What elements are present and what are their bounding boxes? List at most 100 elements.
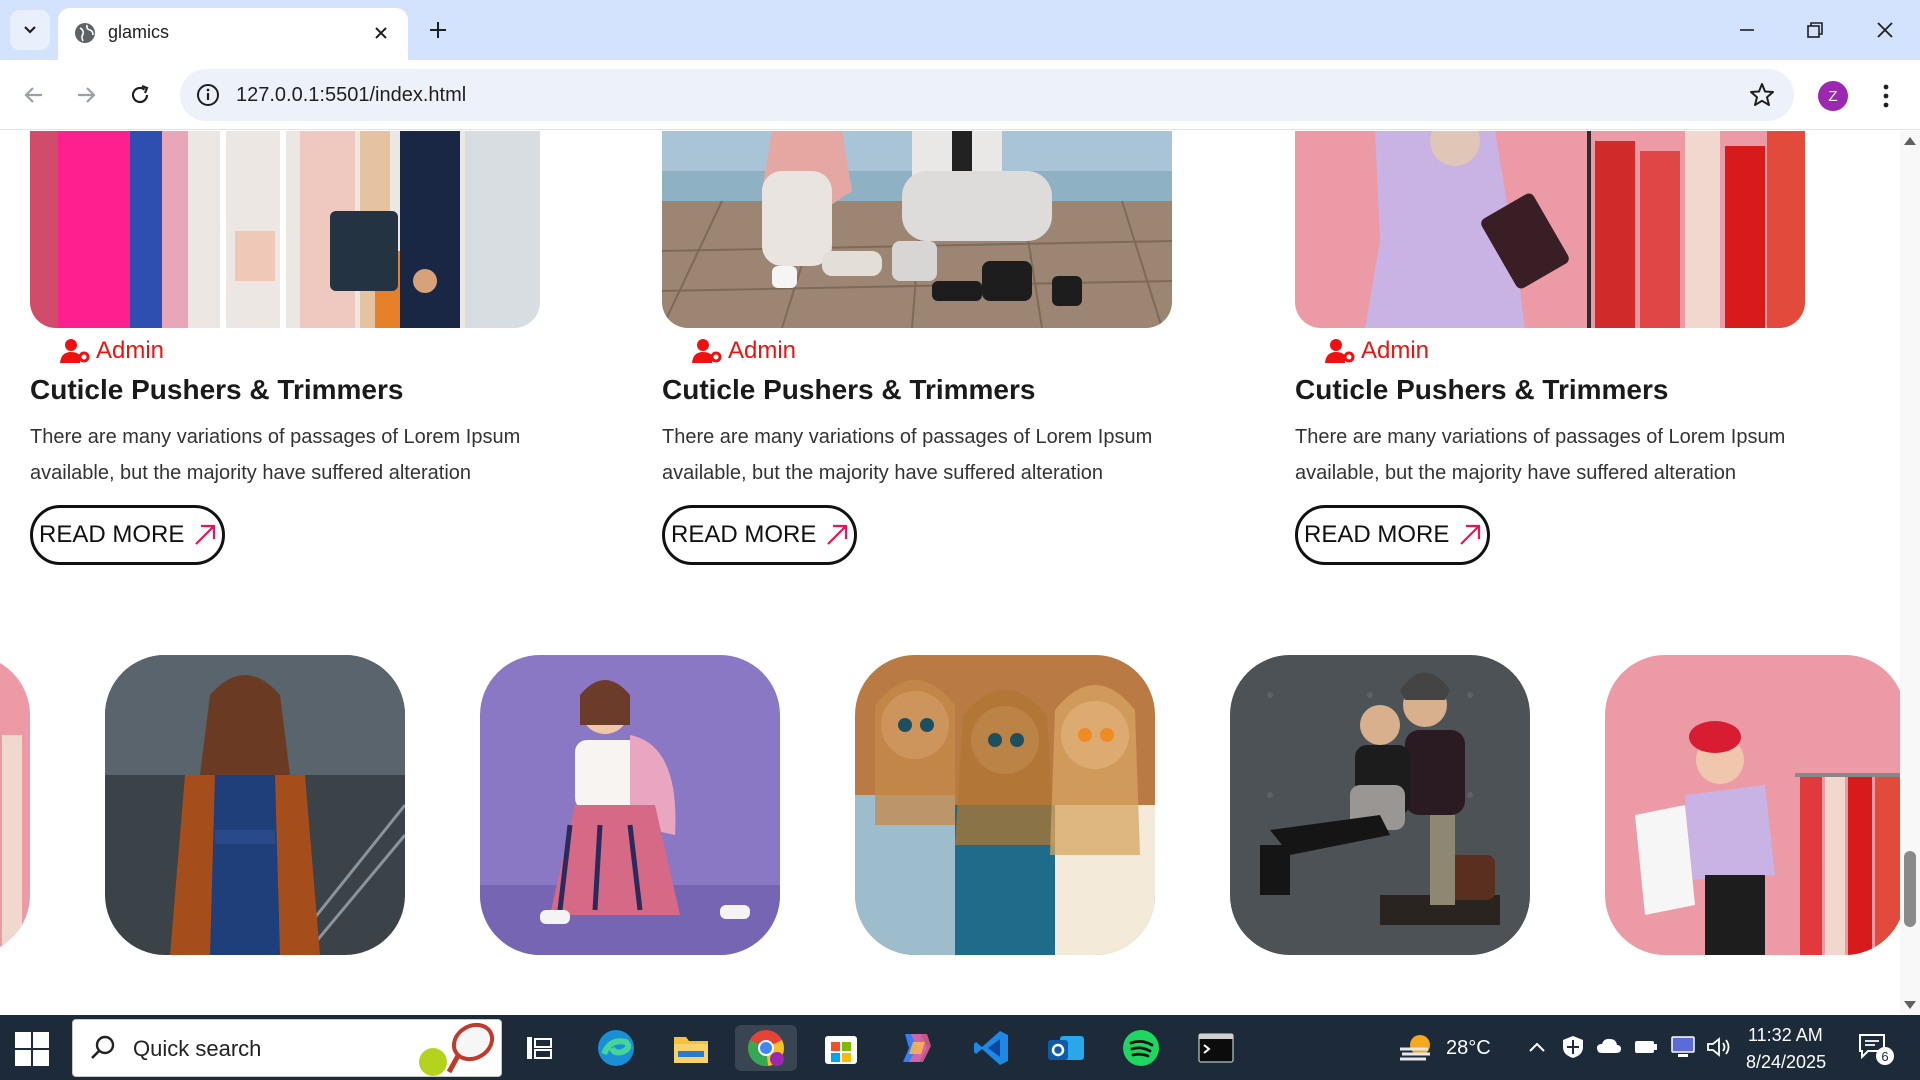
- blog-card: Admin Cuticle Pushers & Trimmers There a…: [1295, 131, 1805, 571]
- outlook-icon: [1048, 1036, 1084, 1060]
- blog-card-image: [30, 131, 540, 328]
- close-icon: [375, 27, 387, 39]
- taskbar-chrome[interactable]: [735, 1025, 797, 1071]
- post-excerpt: There are many variations of passages of…: [1295, 426, 1786, 484]
- minimize-icon: [1740, 29, 1754, 31]
- new-tab-button[interactable]: [422, 14, 454, 46]
- profile-avatar[interactable]: Z: [1818, 81, 1848, 111]
- user-icon: [692, 339, 722, 363]
- gallery-image[interactable]: [1605, 655, 1905, 955]
- vscode-icon: [974, 1031, 1008, 1065]
- read-more-button[interactable]: READ MORE: [30, 505, 225, 565]
- post-author: Admin: [1325, 337, 1429, 365]
- gallery-image[interactable]: [480, 655, 780, 955]
- terminal-icon: [1198, 1033, 1234, 1063]
- blog-card-image: [1295, 131, 1805, 328]
- task-view-icon: [527, 1037, 552, 1059]
- site-info-icon[interactable]: [196, 83, 220, 107]
- close-window-button[interactable]: [1862, 8, 1908, 52]
- battery-icon[interactable]: [1634, 1039, 1658, 1055]
- blog-card-image: [662, 131, 1172, 328]
- close-icon: [1877, 22, 1893, 38]
- user-icon: [60, 339, 90, 363]
- chrome-icon: [748, 1030, 784, 1067]
- folder-icon: [674, 1037, 708, 1063]
- tab-title: glamics: [108, 22, 170, 42]
- minimize-button[interactable]: [1724, 8, 1770, 52]
- user-icon: [1325, 339, 1355, 363]
- tab-search-button[interactable]: [10, 10, 50, 50]
- url-text[interactable]: 127.0.0.1:5501/index.html: [236, 84, 466, 107]
- restore-icon: [1807, 22, 1823, 38]
- browser-tab-bar: glamics: [0, 0, 1920, 60]
- read-more-button[interactable]: READ MORE: [662, 505, 857, 565]
- author-name: Admin: [96, 337, 165, 364]
- plus-icon: [430, 22, 446, 38]
- chevron-up-icon[interactable]: [1528, 1041, 1546, 1053]
- network-icon[interactable]: [1670, 1035, 1696, 1059]
- reload-button[interactable]: [120, 75, 160, 115]
- tennis-icon: [419, 1022, 495, 1076]
- spotify-icon: [1123, 1030, 1159, 1066]
- gallery-image[interactable]: [855, 655, 1155, 955]
- weather-temp[interactable]: 28°C: [1446, 1037, 1491, 1060]
- clock-date[interactable]: 8/24/2025: [1746, 1052, 1826, 1073]
- taskbar-spotify[interactable]: [1118, 1025, 1164, 1071]
- blog-card: Admin Cuticle Pushers & Trimmers There a…: [30, 131, 540, 571]
- taskbar-outlook[interactable]: [1043, 1025, 1089, 1071]
- gallery-image[interactable]: [1230, 655, 1530, 955]
- volume-icon[interactable]: [1706, 1037, 1732, 1057]
- browser-menu-button[interactable]: [1872, 78, 1900, 114]
- address-bar[interactable]: 127.0.0.1:5501/index.html: [180, 69, 1794, 121]
- taskbar-search[interactable]: Quick search: [72, 1019, 502, 1077]
- gallery-image[interactable]: [105, 655, 405, 955]
- post-title: Cuticle Pushers & Trimmers: [662, 374, 1036, 405]
- taskbar-file-explorer[interactable]: [668, 1025, 714, 1071]
- taskbar-store[interactable]: [818, 1025, 864, 1071]
- notification-center[interactable]: 6: [1858, 1033, 1894, 1065]
- arrow-up-right-icon: [1460, 524, 1481, 545]
- copilot-icon: [903, 1034, 931, 1062]
- taskbar-edge[interactable]: [593, 1025, 639, 1071]
- scroll-down-arrow[interactable]: [1904, 1001, 1916, 1009]
- globe-icon: [75, 23, 95, 43]
- arrow-up-right-icon: [827, 524, 848, 545]
- read-more-button[interactable]: READ MORE: [1295, 505, 1490, 565]
- restore-button[interactable]: [1792, 8, 1838, 52]
- back-button[interactable]: [14, 75, 54, 115]
- post-author: Admin: [692, 337, 796, 365]
- clock-time[interactable]: 11:32 AM: [1748, 1025, 1823, 1046]
- edge-icon: [598, 1030, 634, 1066]
- post-excerpt: There are many variations of passages of…: [30, 426, 521, 484]
- post-title: Cuticle Pushers & Trimmers: [1295, 374, 1669, 405]
- reload-icon: [131, 84, 149, 104]
- taskbar: Quick search 28°C 11:32 AM 8/24/2025 6: [0, 1015, 1920, 1080]
- scroll-up-arrow[interactable]: [1904, 137, 1916, 145]
- read-more-label: READ MORE: [39, 521, 185, 548]
- task-view-button[interactable]: [516, 1025, 562, 1071]
- taskbar-copilot[interactable]: [893, 1025, 939, 1071]
- shield-icon[interactable]: [1562, 1035, 1584, 1059]
- author-name: Admin: [1361, 337, 1430, 364]
- forward-button[interactable]: [66, 75, 106, 115]
- cloud-icon[interactable]: [1596, 1037, 1622, 1055]
- taskbar-vscode[interactable]: [968, 1025, 1014, 1071]
- gallery-image[interactable]: [0, 655, 30, 955]
- author-name: Admin: [728, 337, 797, 364]
- chevron-down-icon: [24, 26, 36, 34]
- bookmark-star-icon[interactable]: [1748, 81, 1776, 109]
- blog-card: Admin Cuticle Pushers & Trimmers There a…: [662, 131, 1172, 571]
- tab-close-button[interactable]: [368, 20, 394, 46]
- windows-start-icon[interactable]: [14, 1031, 50, 1067]
- store-icon: [825, 1036, 857, 1064]
- arrow-up-right-icon: [195, 524, 216, 545]
- arrow-right-icon: [78, 87, 96, 103]
- page-viewport: Admin Cuticle Pushers & Trimmers There a…: [0, 131, 1920, 1015]
- search-placeholder: Quick search: [133, 1036, 262, 1061]
- taskbar-terminal[interactable]: [1193, 1025, 1239, 1071]
- scroll-thumb[interactable]: [1904, 851, 1916, 927]
- browser-tab[interactable]: glamics: [58, 8, 408, 60]
- weather-icon[interactable]: [1398, 1031, 1434, 1063]
- arrow-left-icon: [24, 87, 42, 103]
- page-scrollbar[interactable]: [1900, 131, 1920, 1015]
